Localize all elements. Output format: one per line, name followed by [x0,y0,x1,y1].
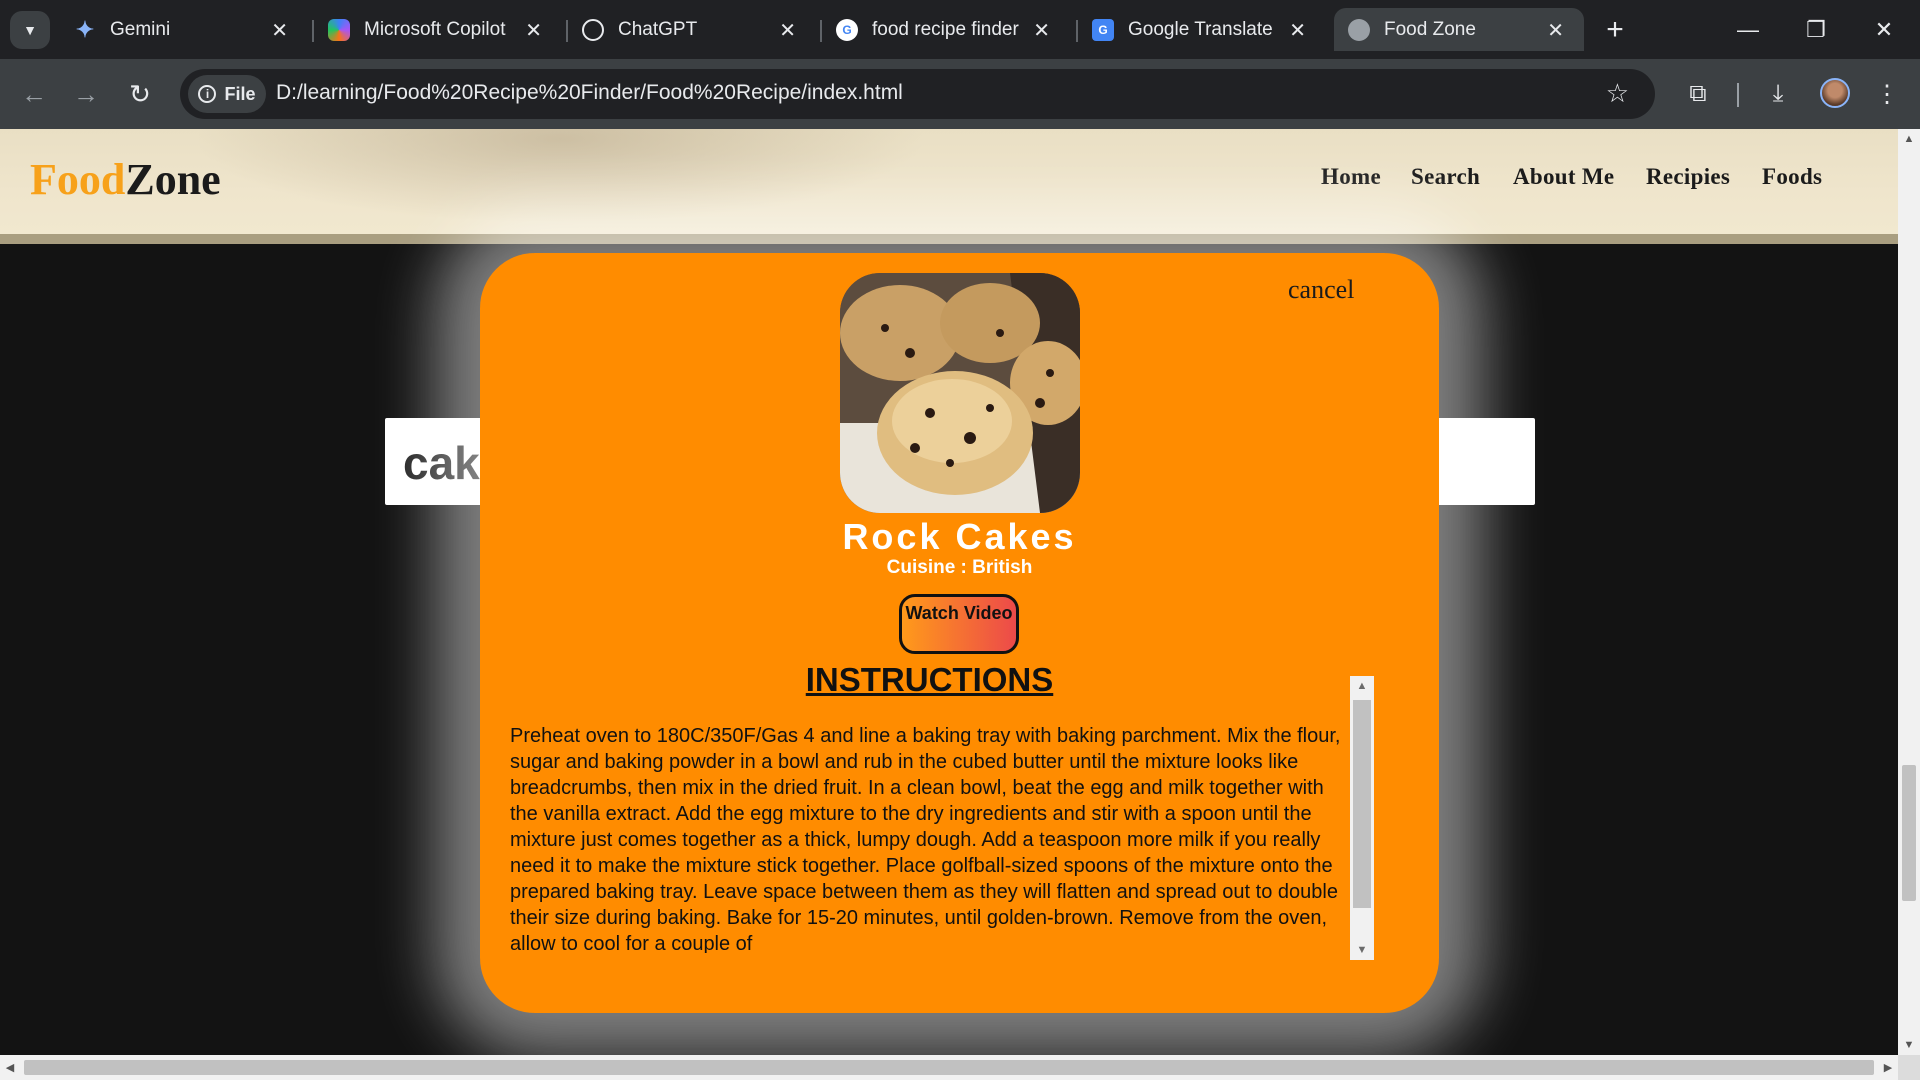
site-header: FoodZone Home Search About Me Recipies F… [0,129,1898,234]
recipe-image [840,273,1080,513]
close-icon[interactable]: ✕ [1033,18,1050,43]
instructions-panel[interactable]: Preheat oven to 180C/350F/Gas 4 and line… [510,723,1355,953]
back-button[interactable]: ← [14,74,54,114]
scroll-thumb[interactable] [1902,765,1916,901]
close-icon[interactable]: ✕ [525,18,542,43]
scroll-up-arrow-icon[interactable]: ▲ [1898,129,1920,149]
arrow-right-icon: → [73,78,99,109]
instructions-text: Preheat oven to 180C/350F/Gas 4 and line… [510,725,1341,953]
forward-button[interactable]: → [66,74,106,114]
close-icon[interactable]: ✕ [779,18,796,43]
close-icon[interactable]: ✕ [1547,18,1564,43]
site-chip-label: File [224,83,256,104]
close-icon: ✕ [1874,17,1894,42]
scroll-down-arrow-icon[interactable]: ▼ [1350,940,1374,960]
page-horizontal-scrollbar[interactable]: ◀ ▶ [0,1055,1898,1080]
close-icon[interactable]: ✕ [1289,18,1306,43]
recipe-modal: cancel Rock Cakes Cuisine: British Watc… [480,253,1439,1013]
nav-recipies[interactable]: Recipies [1646,164,1730,190]
nav-about-me[interactable]: About Me [1513,164,1614,190]
restore-icon: ❐ [1806,17,1826,42]
reload-button[interactable]: ↻ [120,74,160,114]
instructions-heading: INSTRUCTIONS [805,661,1054,698]
toolbar-separator [1737,83,1739,107]
minimize-icon: — [1737,17,1759,42]
globe-icon [1348,18,1370,41]
minimize-button[interactable]: — [1718,10,1778,50]
tab-title: Gemini [110,18,171,40]
restore-button[interactable]: ❐ [1786,10,1846,50]
scroll-left-arrow-icon[interactable]: ◀ [0,1055,20,1080]
new-tab-button[interactable]: + [1598,13,1632,47]
cancel-button[interactable]: cancel [1288,275,1354,305]
menu-dots-icon[interactable]: ⋮ [1868,75,1906,113]
copilot-icon [328,18,350,41]
page-vertical-scrollbar[interactable]: ▲ ▼ [1898,129,1920,1055]
url-text[interactable]: D:/learning/Food%20Recipe%20Finder/Food%… [276,81,903,105]
recipe-title: Rock Cakes [842,516,1077,557]
tab-food-zone[interactable]: Food Zone ✕ [1334,8,1584,51]
plus-icon: + [1606,13,1624,46]
arrow-left-icon: ← [21,78,47,109]
chatgpt-icon [582,18,604,41]
browser-toolbar: ← → ↻ i File D:/learning/Food%20Recipe%2… [0,59,1920,129]
tab-gemini[interactable]: ✦ Gemini ✕ [60,8,308,51]
logo-food: Food [30,155,126,204]
info-icon: i [198,85,217,103]
scroll-up-arrow-icon[interactable]: ▲ [1350,676,1374,696]
close-icon[interactable]: ✕ [271,18,288,43]
tab-search-button[interactable]: ▼ [10,11,50,49]
nav-home[interactable]: Home [1321,164,1381,190]
bookmark-star-icon[interactable]: ☆ [1606,78,1629,109]
scroll-down-arrow-icon[interactable]: ▼ [1898,1035,1920,1055]
tab-title: Google Translate [1128,18,1273,40]
tab-title: Food Zone [1384,18,1476,40]
tab-title: food recipe finder [872,18,1019,40]
gemini-icon: ✦ [75,16,95,42]
site-info-chip[interactable]: i File [188,75,266,113]
nav-foods[interactable]: Foods [1762,164,1822,190]
google-icon: G [836,18,858,41]
chevron-down-icon: ▼ [23,22,37,38]
nav-search[interactable]: Search [1411,164,1480,190]
scroll-thumb[interactable] [1353,700,1371,908]
watch-video-button[interactable]: Watch Video [899,594,1019,654]
instructions-scrollbar[interactable]: ▲ ▼ [1350,676,1374,960]
tab-food-recipe-finder[interactable]: G food recipe finder ✕ [822,8,1070,51]
profile-avatar[interactable] [1820,78,1850,108]
scroll-thumb[interactable] [24,1060,1874,1075]
recipe-cuisine: Cuisine : British [886,557,1033,578]
header-divider [0,234,1898,244]
logo-zone: Zone [125,155,221,204]
tab-title: Microsoft Copilot [364,18,506,40]
rock-cakes-photo [840,273,1080,513]
scroll-right-arrow-icon[interactable]: ▶ [1878,1055,1898,1080]
extensions-icon[interactable]: ⧉ [1679,75,1717,113]
download-icon[interactable]: ⤓ [1759,75,1797,113]
site-logo[interactable]: FoodZone [30,154,221,205]
scrollbar-corner [1898,1055,1920,1080]
tab-title: ChatGPT [618,18,698,40]
tab-chatgpt[interactable]: ChatGPT ✕ [568,8,816,51]
address-bar[interactable]: i File D:/learning/Food%20Recipe%20Finde… [180,69,1655,119]
translate-icon: G [1092,18,1114,41]
reload-icon: ↻ [129,78,151,109]
tab-google-translate[interactable]: G Google Translate ✕ [1078,8,1326,51]
page-viewport: FoodZone Home Search About Me Recipies F… [0,129,1898,1055]
tab-strip: ▼ ✦ Gemini ✕ Microsoft Copilot ✕ ChatGPT… [0,0,1920,59]
tab-copilot[interactable]: Microsoft Copilot ✕ [314,8,562,51]
close-window-button[interactable]: ✕ [1854,10,1914,50]
